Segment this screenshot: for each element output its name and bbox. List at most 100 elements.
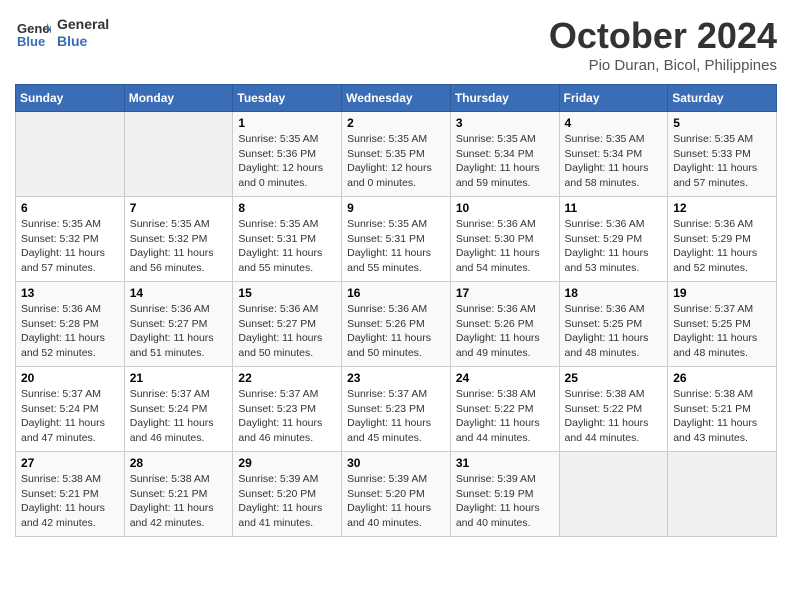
day-info: Sunrise: 5:35 AM Sunset: 5:34 PM Dayligh…: [456, 132, 554, 191]
calendar-cell: 2Sunrise: 5:35 AM Sunset: 5:35 PM Daylig…: [342, 112, 451, 197]
day-number: 30: [347, 456, 445, 470]
weekday-header: Tuesday: [233, 85, 342, 112]
day-info: Sunrise: 5:38 AM Sunset: 5:21 PM Dayligh…: [673, 387, 771, 446]
day-info: Sunrise: 5:39 AM Sunset: 5:20 PM Dayligh…: [238, 472, 336, 531]
weekday-header: Friday: [559, 85, 668, 112]
day-number: 28: [130, 456, 228, 470]
calendar-cell: 24Sunrise: 5:38 AM Sunset: 5:22 PM Dayli…: [450, 367, 559, 452]
calendar-cell: 18 Sunrise: 5:36 AM Sunset: 5:25 PM Dayli…: [559, 282, 668, 367]
day-number: 22: [238, 371, 336, 385]
day-number: 4: [565, 116, 663, 130]
day-number: 19: [673, 286, 771, 300]
calendar-cell: 13 Sunrise: 5:36 AM Sunset: 5:28 PM Dayli…: [16, 282, 125, 367]
day-number: 12: [673, 201, 771, 215]
day-number: 15: [238, 286, 336, 300]
day-number: 5: [673, 116, 771, 130]
day-number: 20: [21, 371, 119, 385]
calendar-cell: 3Sunrise: 5:35 AM Sunset: 5:34 PM Daylig…: [450, 112, 559, 197]
day-info: Sunrise: 5:36 AM Sunset: 5:29 PM Dayligh…: [673, 217, 771, 276]
calendar-cell: 8 Sunrise: 5:35 AM Sunset: 5:31 PM Daylig…: [233, 197, 342, 282]
day-info: Sunrise: 5:36 AM Sunset: 5:27 PM Dayligh…: [130, 302, 228, 361]
calendar-cell: [668, 452, 777, 537]
day-number: 23: [347, 371, 445, 385]
day-info: Sunrise: 5:36 AM Sunset: 5:27 PM Dayligh…: [238, 302, 336, 361]
weekday-header: Thursday: [450, 85, 559, 112]
day-info: Sunrise: 5:35 AM Sunset: 5:36 PM Dayligh…: [238, 132, 336, 191]
day-info: Sunrise: 5:38 AM Sunset: 5:21 PM Dayligh…: [130, 472, 228, 531]
day-info: Sunrise: 5:38 AM Sunset: 5:21 PM Dayligh…: [21, 472, 119, 531]
calendar-cell: [16, 112, 125, 197]
calendar-cell: 28 Sunrise: 5:38 AM Sunset: 5:21 PM Dayli…: [124, 452, 233, 537]
calendar-cell: 14 Sunrise: 5:36 AM Sunset: 5:27 PM Dayli…: [124, 282, 233, 367]
weekday-header: Monday: [124, 85, 233, 112]
day-info: Sunrise: 5:36 AM Sunset: 5:26 PM Dayligh…: [456, 302, 554, 361]
calendar-cell: 19 Sunrise: 5:37 AM Sunset: 5:25 PM Dayli…: [668, 282, 777, 367]
day-info: Sunrise: 5:35 AM Sunset: 5:31 PM Dayligh…: [238, 217, 336, 276]
calendar-cell: 21Sunrise: 5:37 AM Sunset: 5:24 PM Dayli…: [124, 367, 233, 452]
day-info: Sunrise: 5:36 AM Sunset: 5:30 PM Dayligh…: [456, 217, 554, 276]
weekday-header: Saturday: [668, 85, 777, 112]
calendar-cell: 25Sunrise: 5:38 AM Sunset: 5:22 PM Dayli…: [559, 367, 668, 452]
day-number: 9: [347, 201, 445, 215]
day-info: Sunrise: 5:35 AM Sunset: 5:32 PM Dayligh…: [130, 217, 228, 276]
day-number: 14: [130, 286, 228, 300]
calendar-cell: 27Sunrise: 5:38 AM Sunset: 5:21 PM Dayli…: [16, 452, 125, 537]
day-number: 11: [565, 201, 663, 215]
logo-blue: Blue: [57, 33, 109, 50]
location-title: Pio Duran, Bicol, Philippines: [549, 57, 777, 74]
day-number: 18: [565, 286, 663, 300]
calendar-header: SundayMondayTuesdayWednesdayThursdayFrid…: [16, 85, 777, 112]
day-number: 8: [238, 201, 336, 215]
calendar-cell: 4 Sunrise: 5:35 AM Sunset: 5:34 PM Daylig…: [559, 112, 668, 197]
day-number: 25: [565, 371, 663, 385]
day-number: 1: [238, 116, 336, 130]
day-info: Sunrise: 5:36 AM Sunset: 5:28 PM Dayligh…: [21, 302, 119, 361]
calendar-cell: [124, 112, 233, 197]
calendar-cell: 23 Sunrise: 5:37 AM Sunset: 5:23 PM Dayli…: [342, 367, 451, 452]
weekday-header: Wednesday: [342, 85, 451, 112]
day-info: Sunrise: 5:35 AM Sunset: 5:31 PM Dayligh…: [347, 217, 445, 276]
logo-general: General: [57, 16, 109, 33]
day-info: Sunrise: 5:36 AM Sunset: 5:26 PM Dayligh…: [347, 302, 445, 361]
calendar-cell: 29Sunrise: 5:39 AM Sunset: 5:20 PM Dayli…: [233, 452, 342, 537]
day-number: 16: [347, 286, 445, 300]
calendar-cell: 26 Sunrise: 5:38 AM Sunset: 5:21 PM Dayli…: [668, 367, 777, 452]
day-info: Sunrise: 5:39 AM Sunset: 5:20 PM Dayligh…: [347, 472, 445, 531]
day-info: Sunrise: 5:36 AM Sunset: 5:29 PM Dayligh…: [565, 217, 663, 276]
day-info: Sunrise: 5:35 AM Sunset: 5:35 PM Dayligh…: [347, 132, 445, 191]
day-info: Sunrise: 5:37 AM Sunset: 5:24 PM Dayligh…: [21, 387, 119, 446]
calendar-cell: 11 Sunrise: 5:36 AM Sunset: 5:29 PM Dayli…: [559, 197, 668, 282]
calendar-cell: 31 Sunrise: 5:39 AM Sunset: 5:19 PM Dayli…: [450, 452, 559, 537]
day-info: Sunrise: 5:35 AM Sunset: 5:33 PM Dayligh…: [673, 132, 771, 191]
day-number: 31: [456, 456, 554, 470]
calendar-cell: 17 Sunrise: 5:36 AM Sunset: 5:26 PM Dayli…: [450, 282, 559, 367]
svg-text:Blue: Blue: [17, 34, 45, 49]
day-number: 17: [456, 286, 554, 300]
day-info: Sunrise: 5:37 AM Sunset: 5:25 PM Dayligh…: [673, 302, 771, 361]
logo: General Blue General Blue: [15, 15, 109, 51]
day-number: 7: [130, 201, 228, 215]
calendar-cell: 15 Sunrise: 5:36 AM Sunset: 5:27 PM Dayli…: [233, 282, 342, 367]
month-title: October 2024: [549, 15, 777, 57]
title-block: October 2024 Pio Duran, Bicol, Philippin…: [549, 15, 777, 74]
day-info: Sunrise: 5:36 AM Sunset: 5:25 PM Dayligh…: [565, 302, 663, 361]
day-number: 26: [673, 371, 771, 385]
day-info: Sunrise: 5:37 AM Sunset: 5:23 PM Dayligh…: [238, 387, 336, 446]
day-info: Sunrise: 5:38 AM Sunset: 5:22 PM Dayligh…: [456, 387, 554, 446]
day-info: Sunrise: 5:35 AM Sunset: 5:34 PM Dayligh…: [565, 132, 663, 191]
calendar-cell: [559, 452, 668, 537]
day-info: Sunrise: 5:35 AM Sunset: 5:32 PM Dayligh…: [21, 217, 119, 276]
calendar-cell: 20 Sunrise: 5:37 AM Sunset: 5:24 PM Dayli…: [16, 367, 125, 452]
logo-icon: General Blue: [15, 15, 51, 51]
calendar-table: SundayMondayTuesdayWednesdayThursdayFrid…: [15, 84, 777, 537]
day-number: 21: [130, 371, 228, 385]
day-info: Sunrise: 5:39 AM Sunset: 5:19 PM Dayligh…: [456, 472, 554, 531]
calendar-cell: 16 Sunrise: 5:36 AM Sunset: 5:26 PM Dayli…: [342, 282, 451, 367]
calendar-cell: 5 Sunrise: 5:35 AM Sunset: 5:33 PM Daylig…: [668, 112, 777, 197]
calendar-cell: 1 Sunrise: 5:35 AM Sunset: 5:36 PM Daylig…: [233, 112, 342, 197]
day-number: 13: [21, 286, 119, 300]
calendar-cell: 9 Sunrise: 5:35 AM Sunset: 5:31 PM Daylig…: [342, 197, 451, 282]
calendar-cell: 22 Sunrise: 5:37 AM Sunset: 5:23 PM Dayli…: [233, 367, 342, 452]
calendar-cell: 30 Sunrise: 5:39 AM Sunset: 5:20 PM Dayli…: [342, 452, 451, 537]
day-info: Sunrise: 5:37 AM Sunset: 5:23 PM Dayligh…: [347, 387, 445, 446]
